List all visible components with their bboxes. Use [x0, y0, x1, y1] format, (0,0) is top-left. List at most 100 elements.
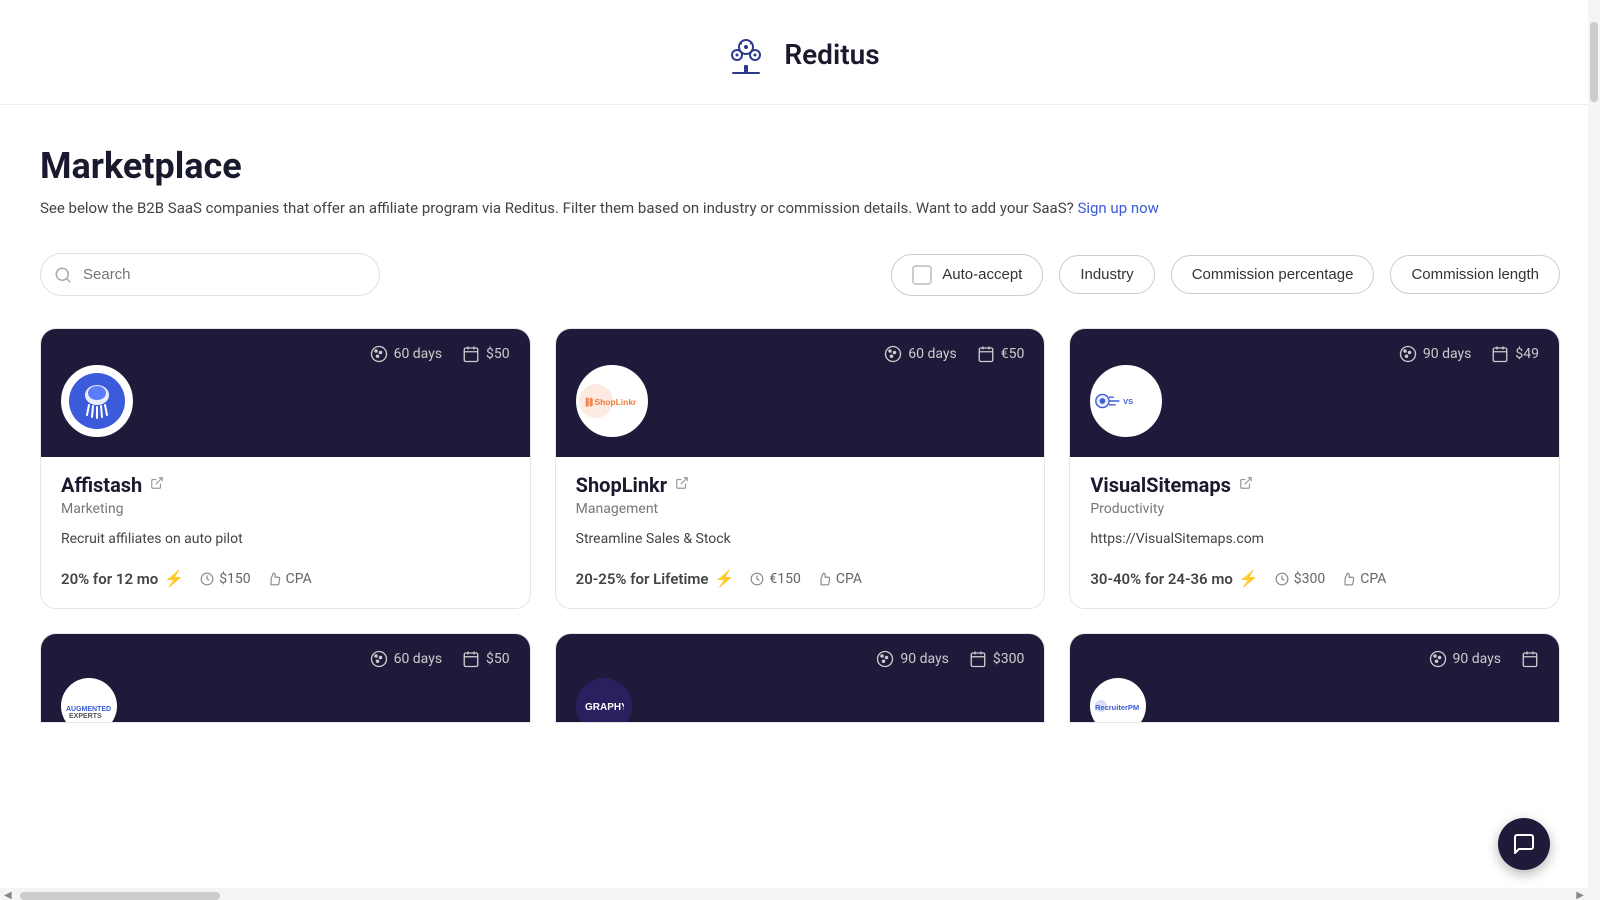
shoplinkr-logo: ⛓ShopLinkr — [579, 383, 645, 419]
commission-main-affistash: 20% for 12 mo ⚡ — [61, 569, 184, 588]
bolt-icon-shoplinkr: ⚡ — [714, 569, 734, 588]
header: Reditus — [0, 0, 1600, 105]
card-augmented-experts: 60 days $50 AUGMENTED EXPERTS — [40, 633, 531, 723]
amount-meta-vs: $49 — [1491, 345, 1539, 363]
min-payout-affistash: $150 — [200, 571, 250, 587]
card-meta-ae: 60 days $50 — [61, 650, 510, 668]
amount-meta-shoplinkr: €50 — [977, 345, 1025, 363]
amount-value-shoplinkr: €50 — [1001, 346, 1025, 362]
company-name-affistash: Affistash — [61, 473, 142, 497]
amount-meta-rp — [1521, 650, 1539, 668]
bottom-scrollbar-thumb[interactable] — [20, 892, 220, 900]
bottom-scrollbar[interactable]: ◀ ▶ — [0, 888, 1588, 900]
cookie-icon — [370, 345, 388, 363]
reditus-logo-icon — [720, 28, 772, 80]
commission-length-label: Commission length — [1411, 266, 1539, 283]
card-meta-graphy: 90 days $300 — [576, 650, 1025, 668]
card-meta-affistash: 60 days $50 — [61, 345, 510, 363]
scroll-right-arrow[interactable]: ▶ — [1576, 890, 1584, 900]
external-link-icon-shoplinkr[interactable] — [675, 476, 689, 494]
company-category-vs: Productivity — [1090, 501, 1539, 517]
commission-row-affistash: 20% for 12 mo ⚡ $150 CPA — [61, 569, 510, 588]
scrollbar-thumb[interactable] — [1590, 22, 1598, 102]
company-category-shoplinkr: Management — [576, 501, 1025, 517]
svg-text:GRAPHY: GRAPHY — [585, 702, 624, 713]
industry-label: Industry — [1080, 266, 1133, 283]
search-input[interactable] — [40, 253, 380, 296]
company-desc-shoplinkr: Streamline Sales & Stock — [576, 531, 1025, 551]
amount-meta-affistash: $50 — [462, 345, 510, 363]
cards-grid: 60 days $50 — [40, 328, 1560, 609]
days-meta-ae: 60 days — [370, 650, 442, 668]
card-header-rp: 90 days RecruiterPM — [1070, 634, 1559, 723]
logo-text: Reditus — [784, 38, 879, 71]
company-category-affistash: Marketing — [61, 501, 510, 517]
calendar-icon-shoplinkr — [977, 345, 995, 363]
amount-value-affistash: $50 — [486, 346, 510, 362]
commission-main-vs: 30-40% for 24-36 mo ⚡ — [1090, 569, 1258, 588]
days-meta-shoplinkr: 60 days — [884, 345, 956, 363]
commission-value-affistash: 20% for 12 mo — [61, 570, 158, 588]
company-name-row-affistash: Affistash — [61, 473, 510, 497]
commission-type-vs: CPA — [1341, 571, 1386, 587]
card-header-affistash: 60 days $50 — [41, 329, 530, 457]
days-meta-visualsitemaps: 90 days — [1399, 345, 1471, 363]
card-shoplinkr: 60 days €50 ⛓ShopLinkr — [555, 328, 1046, 609]
card-header-shoplinkr: 60 days €50 ⛓ShopLinkr — [556, 329, 1045, 457]
card-body-shoplinkr: ShopLinkr Management Streamline Sales & … — [556, 457, 1045, 608]
auto-accept-toggle[interactable] — [912, 265, 932, 285]
days-value-shoplinkr: 60 days — [908, 346, 956, 362]
company-desc-affistash: Recruit affiliates on auto pilot — [61, 531, 510, 551]
min-payout-shoplinkr: €150 — [750, 571, 800, 587]
cookie-icon-shoplinkr — [884, 345, 902, 363]
commission-row-vs: 30-40% for 24-36 mo ⚡ $300 CPA — [1090, 569, 1539, 588]
bolt-icon-affistash: ⚡ — [164, 569, 184, 588]
page-subtitle: See below the B2B SaaS companies that of… — [40, 199, 1560, 217]
logo-circle-rp: RecruiterPM — [1090, 678, 1146, 723]
main-content: Marketplace See below the B2B SaaS compa… — [0, 105, 1600, 743]
auto-accept-button[interactable]: Auto-accept — [891, 254, 1043, 296]
days-meta-affistash: 60 days — [370, 345, 442, 363]
commission-type-shoplinkr: CPA — [817, 571, 862, 587]
company-name-vs: VisualSitemaps — [1090, 473, 1231, 497]
scrollbar[interactable] — [1588, 0, 1600, 900]
page-title: Marketplace — [40, 145, 1560, 187]
days-meta-rp: 90 days — [1429, 650, 1501, 668]
commission-main-shoplinkr: 20-25% for Lifetime ⚡ — [576, 569, 735, 588]
days-value-vs: 90 days — [1423, 346, 1471, 362]
company-name-row-shoplinkr: ShopLinkr — [576, 473, 1025, 497]
visualsitemaps-logo: VS — [1093, 383, 1159, 419]
days-meta-graphy: 90 days — [876, 650, 948, 668]
logo-circle-shoplinkr: ⛓ShopLinkr — [576, 365, 648, 437]
card-header-visualsitemaps: 90 days $49 — [1070, 329, 1559, 457]
signup-link[interactable]: Sign up now — [1077, 199, 1159, 217]
bolt-icon-vs: ⚡ — [1239, 569, 1259, 588]
logo-circle-graphy: GRAPHY — [576, 678, 632, 723]
commission-type-affistash: CPA — [267, 571, 312, 587]
subtitle-text: See below the B2B SaaS companies that of… — [40, 199, 1074, 217]
external-link-icon-affistash[interactable] — [150, 476, 164, 494]
svg-text:RecruiterPM: RecruiterPM — [1095, 703, 1139, 712]
chat-button[interactable] — [1498, 818, 1550, 870]
calendar-icon — [462, 345, 480, 363]
commission-length-button[interactable]: Commission length — [1390, 255, 1560, 294]
scroll-left-arrow[interactable]: ◀ — [4, 890, 12, 900]
search-wrap — [40, 253, 380, 296]
card-meta-rp: 90 days — [1090, 650, 1539, 668]
amount-value-vs: $49 — [1515, 346, 1539, 362]
calendar-icon-vs — [1491, 345, 1509, 363]
commission-value-shoplinkr: 20-25% for Lifetime — [576, 570, 709, 588]
svg-text:VS: VS — [1123, 397, 1133, 406]
commission-percentage-button[interactable]: Commission percentage — [1171, 255, 1375, 294]
min-payout-vs: $300 — [1275, 571, 1325, 587]
company-name-row-vs: VisualSitemaps — [1090, 473, 1539, 497]
card-meta-visualsitemaps: 90 days $49 — [1090, 345, 1539, 363]
auto-accept-label: Auto-accept — [942, 266, 1022, 283]
industry-filter-button[interactable]: Industry — [1059, 255, 1154, 294]
card-recruiterpm: 90 days RecruiterPM — [1069, 633, 1560, 723]
filters-row: Auto-accept Industry Commission percenta… — [40, 253, 1560, 296]
card-meta-shoplinkr: 60 days €50 — [576, 345, 1025, 363]
external-link-icon-vs[interactable] — [1239, 476, 1253, 494]
company-name-shoplinkr: ShopLinkr — [576, 473, 667, 497]
logo-circle-ae: AUGMENTED EXPERTS — [61, 678, 117, 723]
